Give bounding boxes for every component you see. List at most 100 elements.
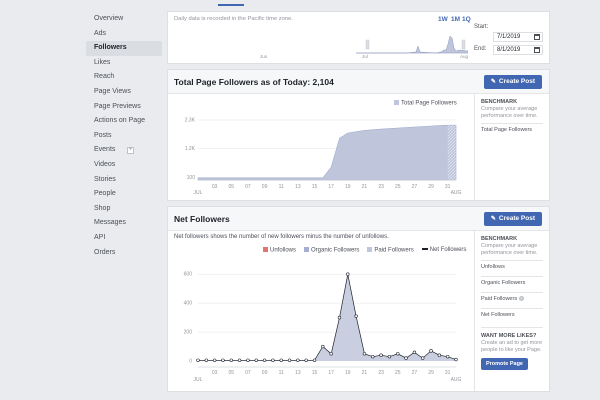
net-followers-chart[interactable]: 600 400 200 0 03 05 07 09 11 13 15 17 19 21 23 25 27 29 31…	[168, 257, 474, 391]
total-followers-title: Total Page Followers as of Today: 2,104	[174, 77, 334, 87]
net-followers-point	[454, 357, 458, 362]
net-followers-point	[321, 344, 325, 349]
create-post-button[interactable]: ✎ Create Post	[483, 212, 542, 226]
sidebar-item-api[interactable]: API	[86, 231, 162, 246]
y-tick-label: 600	[184, 272, 193, 278]
benchmark-panel: BENCHMARK Compare your average performan…	[474, 231, 549, 391]
net-followers-point	[387, 354, 392, 359]
y-tick-label: 100	[187, 175, 196, 181]
net-followers-title: Net Followers	[174, 214, 230, 224]
x-tick-label: 13	[295, 184, 301, 190]
sidebar-item-actions-on-page[interactable]: Actions on Page	[86, 114, 162, 129]
calendar-icon[interactable]	[534, 34, 540, 40]
promo-panel: WANT MORE LIKES? Create an ad to get mor…	[481, 327, 543, 370]
net-followers-point	[221, 358, 225, 362]
timeline-right-handle	[461, 39, 466, 50]
end-date-field[interactable]: 8/1/2019	[493, 45, 543, 55]
sidebar-item-stories[interactable]: Stories	[86, 173, 162, 188]
sidebar-item-page-previews[interactable]: Page Previews	[86, 100, 162, 115]
sidebar-item-likes[interactable]: Likes	[86, 56, 162, 71]
sidebar-item-ads[interactable]: Ads	[86, 27, 162, 42]
sidebar-item-label: Shop	[94, 204, 111, 212]
promote-page-button[interactable]: Promote Page	[481, 358, 528, 370]
x-tick-label: 07	[245, 370, 251, 376]
net-followers-point	[196, 358, 200, 362]
total-followers-chart[interactable]: 2.3K1.2K10003 05 07 09 11 13 15 17 19 21 23 25 27 29 3…	[168, 110, 474, 200]
range-1m-button[interactable]: 1M	[451, 16, 460, 23]
sidebar-item-people[interactable]: People	[86, 187, 162, 202]
y-tick-label: 400	[184, 301, 193, 307]
help-icon[interactable]: ?	[518, 296, 524, 301]
sidebar-item-label: Ads	[94, 29, 107, 37]
net-followers-point	[304, 358, 308, 362]
sidebar-item-messages[interactable]: Messages	[86, 216, 162, 231]
x-tick-label: 25	[395, 184, 401, 190]
net-followers-card: Net Followers ✎ Create Post Net followers…	[167, 206, 550, 392]
legend-item-organic-followers[interactable]: Organic Followers	[304, 247, 359, 254]
create-post-label: Create Post	[498, 215, 535, 222]
x-month-label: AUG	[451, 377, 462, 383]
sidebar-item-page-views[interactable]: Page Views	[86, 85, 162, 100]
net-followers-line	[198, 274, 457, 361]
net-followers-point	[212, 358, 217, 362]
benchmark-row-organic[interactable]: Organic Followers	[481, 276, 543, 289]
sidebar-item-events[interactable]: Events +	[86, 143, 162, 158]
sidebar-item-label: Overview	[94, 15, 124, 22]
sidebar-item-orders[interactable]: Orders	[86, 246, 162, 261]
range-1w-button[interactable]: 1W	[438, 16, 448, 23]
net-followers-point	[404, 356, 408, 360]
range-1q-button[interactable]: 1Q	[462, 16, 471, 23]
x-tick-label: 19	[345, 370, 351, 376]
sidebar-item-label: Page Previews	[94, 102, 141, 110]
net-followers-point	[287, 358, 292, 362]
net-followers-point	[412, 350, 417, 355]
x-tick-label: 11	[279, 184, 284, 190]
net-followers-point	[362, 352, 367, 356]
benchmark-row-net[interactable]: Net Followers	[481, 308, 543, 321]
sidebar-item-label: Reach	[94, 73, 115, 81]
net-followers-point	[445, 354, 450, 359]
x-tick-label: 25	[395, 370, 401, 376]
x-tick-label: 11	[279, 370, 284, 376]
legend-item-unfollows[interactable]: Unfollows	[263, 247, 296, 254]
net-followers-point	[421, 356, 425, 360]
net-followers-point	[429, 349, 433, 353]
x-month-label: AUG	[451, 190, 462, 196]
benchmark-panel: BENCHMARK Compare your average performan…	[474, 94, 549, 200]
sidebar-item-videos[interactable]: Videos	[86, 158, 162, 173]
sidebar-item-label: Likes	[94, 58, 111, 66]
sidebar-item-shop[interactable]: Shop	[86, 202, 162, 217]
sidebar-item-followers[interactable]: Followers	[86, 41, 162, 56]
legend-swatch	[421, 248, 428, 250]
legend-label: Unfollows	[270, 247, 297, 254]
calendar-icon[interactable]	[534, 47, 540, 53]
net-followers-point	[379, 353, 383, 357]
start-date-field[interactable]: 7/1/2019	[493, 32, 543, 42]
benchmark-row-paid[interactable]: Paid Followers ?	[481, 292, 543, 305]
benchmark-row-paid-label: Paid Followers	[481, 296, 518, 302]
benchmark-row-unfollows[interactable]: Unfollows	[481, 260, 543, 273]
net-followers-description: Net followers shows the number of new fo…	[174, 234, 389, 240]
sidebar-item-label: Videos	[94, 160, 116, 168]
create-post-button[interactable]: ✎ Create Post	[483, 75, 542, 89]
benchmark-description: Compare your average performance over ti…	[481, 243, 538, 256]
plus-icon[interactable]: +	[127, 147, 134, 155]
start-label: Start:	[474, 24, 489, 30]
sidebar-item-overview[interactable]: Overview	[86, 12, 162, 27]
legend-label: Total Page Followers	[401, 100, 457, 107]
active-tab-indicator	[218, 4, 244, 6]
net-followers-point	[371, 354, 375, 359]
total-followers-legend[interactable]: Total Page Followers	[394, 100, 457, 107]
benchmark-row-total-followers[interactable]: Total Page Followers	[481, 123, 543, 136]
sidebar-item-reach[interactable]: Reach	[86, 70, 162, 85]
sidebar-item-posts[interactable]: Posts	[86, 129, 162, 144]
legend-item-net-followers[interactable]: Net Followers	[421, 247, 466, 254]
x-tick-label: 05	[229, 184, 235, 190]
legend-item-paid-followers[interactable]: Paid Followers	[367, 247, 414, 254]
x-tick-label: 09	[262, 370, 268, 376]
x-tick-label: 03	[212, 184, 218, 190]
timeline-minichart[interactable]	[356, 26, 468, 54]
x-tick-label: 23	[378, 184, 384, 190]
pencil-icon: ✎	[490, 216, 496, 222]
net-followers-point	[279, 358, 283, 362]
